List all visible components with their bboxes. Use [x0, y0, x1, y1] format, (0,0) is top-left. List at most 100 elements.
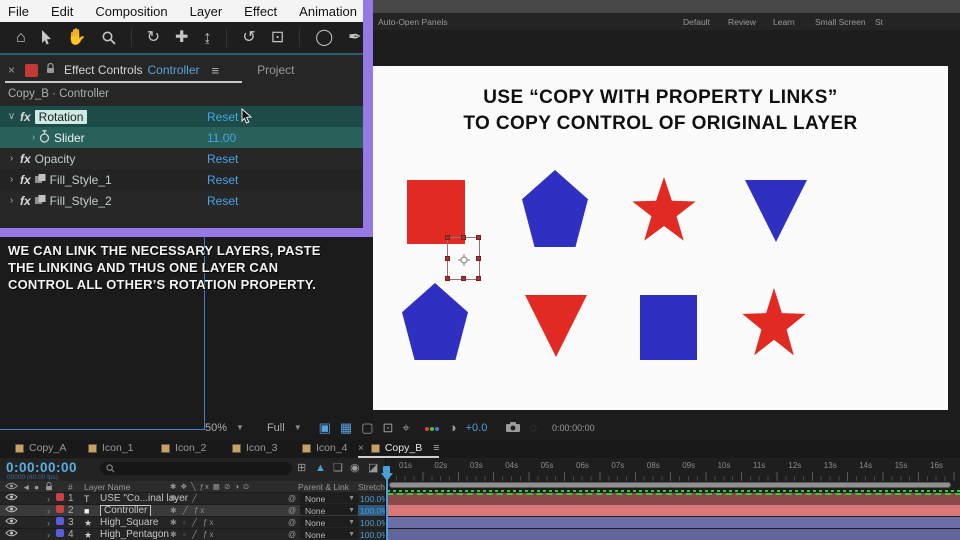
blue-square-shape[interactable] [640, 295, 697, 360]
selection-handle[interactable] [445, 255, 450, 261]
property-value[interactable]: Reset [207, 173, 238, 187]
effect-row-opacity[interactable]: › fx Opacity Reset [0, 148, 363, 169]
layer-selection-box[interactable] [445, 235, 481, 281]
workspace-small-screen[interactable]: Small Screen [815, 17, 866, 27]
tab-project[interactable]: Project [257, 63, 294, 77]
layer-visibility-eye-icon[interactable] [5, 529, 18, 540]
playhead-handle[interactable] [383, 466, 390, 473]
snapshot-camera-icon[interactable] [506, 421, 521, 434]
layer-track-bar[interactable] [387, 505, 960, 516]
comp-tab-copy_b[interactable]: × Copy_B ≡ [358, 442, 440, 458]
workspace-st[interactable]: St [875, 17, 883, 27]
dolly-camera-icon[interactable]: ↨ [203, 29, 211, 46]
resolution-dropdown-icon[interactable]: ▼ [294, 423, 302, 432]
comp-tab-icon_1[interactable]: Icon_1 [88, 442, 134, 454]
selection-view-icon[interactable]: ▣ [319, 421, 331, 434]
layer-track-bar[interactable] [387, 529, 960, 540]
property-value[interactable]: Reset [207, 194, 238, 208]
property-value[interactable]: Reset [207, 152, 238, 166]
tab-menu-icon[interactable]: ≡ [433, 442, 439, 454]
comp-title-line2[interactable]: TO COPY CONTROL OF ORIGINAL LAYER [373, 113, 948, 135]
expander-icon[interactable]: › [6, 195, 17, 206]
region-of-interest-icon[interactable]: ⊡ [271, 29, 284, 46]
selection-handle[interactable] [460, 235, 466, 240]
pickwhip-icon[interactable]: @ [288, 529, 296, 540]
blue-triangle-shape[interactable] [745, 180, 807, 242]
region-of-interest-icon[interactable]: ⊡ [383, 421, 394, 434]
anchor-point-icon[interactable] [457, 253, 470, 271]
tab-effect-controls[interactable]: Effect Controls [64, 63, 142, 77]
selection-tool-icon[interactable] [41, 30, 52, 45]
red-triangle-shape[interactable] [525, 295, 587, 357]
channel-icon[interactable] [424, 422, 440, 434]
guides-icon[interactable]: ⌖ [402, 421, 409, 434]
magnification-value[interactable]: 50% [205, 422, 227, 434]
home-icon[interactable]: ⌂ [16, 29, 26, 46]
resolution-value[interactable]: Full [267, 422, 285, 434]
comp-title-line1[interactable]: USE “COPY WITH PROPERTY LINKS” [373, 87, 948, 109]
parent-dropdown[interactable]: None ▼ [300, 517, 358, 528]
expander-icon[interactable]: › [6, 174, 17, 185]
menu-item-effect[interactable]: Effect [244, 4, 277, 19]
comp-mini-flowchart-icon[interactable]: ⊞ [297, 463, 306, 474]
effect-row-fill_style_2[interactable]: › fx Fill_Style_2 Reset [0, 190, 363, 211]
layer-row-use-co-inal-layer[interactable]: › 1 T USE "Co...inal layer ✱ ◦ ╱ @ None ▼ 100.0% [0, 492, 389, 504]
hand-tool-icon[interactable]: ✋ [67, 29, 87, 46]
pan-camera-icon[interactable]: ✚ [175, 29, 188, 46]
selection-handle[interactable] [476, 235, 481, 240]
menu-item-edit[interactable]: Edit [51, 4, 73, 19]
motion-blur-icon[interactable]: ◉ [350, 463, 360, 474]
red-star-shape[interactable] [631, 177, 697, 247]
effect-row-slider[interactable]: › Slider 11.00 [0, 127, 363, 148]
menu-item-file[interactable]: File [8, 4, 29, 19]
expander-icon[interactable]: ∨ [6, 111, 17, 122]
expander-icon[interactable]: › [28, 132, 39, 143]
playhead-line[interactable] [381, 466, 393, 540]
mask-visibility-icon[interactable]: ▢ [361, 421, 373, 434]
work-area-bar[interactable] [389, 482, 951, 488]
draft-3d-icon[interactable]: ▲ [315, 463, 326, 474]
comp-tab-icon_2[interactable]: Icon_2 [161, 442, 207, 454]
parent-dropdown[interactable]: None ▼ [300, 493, 358, 504]
blue-pentagon-shape[interactable] [402, 283, 468, 360]
layer-label-swatch[interactable] [56, 517, 64, 525]
layer-switches-icons[interactable]: ✱ ◦ ╱ ƒx [170, 529, 215, 540]
panel-close-icon[interactable]: × [8, 63, 15, 77]
workspace-review[interactable]: Review [728, 17, 756, 27]
selection-handle[interactable] [460, 276, 466, 281]
menu-item-layer[interactable]: Layer [190, 4, 223, 19]
pen-tool-icon[interactable]: ✒ [348, 29, 361, 46]
expander-icon[interactable]: › [6, 153, 17, 164]
blue-pentagon-shape[interactable] [522, 170, 588, 247]
layer-label-swatch[interactable] [56, 529, 64, 537]
menu-item-animation[interactable]: Animation [299, 4, 357, 19]
stopwatch-icon[interactable] [39, 129, 54, 146]
property-value[interactable]: 11.00 [207, 131, 236, 145]
mask-ellipse-icon[interactable]: ◯ [315, 29, 333, 46]
playhead-icon[interactable] [381, 473, 393, 487]
red-square-shape[interactable] [407, 180, 465, 244]
selection-handle[interactable] [445, 276, 450, 281]
workspace-default[interactable]: Default [683, 17, 710, 27]
tab-close-icon[interactable]: × [358, 443, 364, 454]
layer-row-controller[interactable]: › 2 ■ Controller ✱ ╱ ƒx @ None ▼ 100.0% [0, 504, 391, 517]
layer-label-swatch[interactable] [56, 493, 64, 501]
comp-tab-icon_4[interactable]: Icon_4 [302, 442, 348, 454]
frame-blend-icon[interactable]: ❏ [333, 463, 343, 474]
orbit-camera-icon[interactable]: ↻ [147, 29, 160, 46]
current-timecode[interactable]: 0:00:00:00 [6, 460, 77, 475]
red-star-shape[interactable] [741, 288, 807, 362]
timeline-search-input[interactable] [100, 462, 292, 475]
menu-item-composition[interactable]: Composition [95, 4, 167, 19]
selection-handle[interactable] [476, 276, 481, 281]
lock-icon[interactable] [46, 62, 55, 77]
layer-label-swatch[interactable] [56, 505, 64, 513]
effect-row-fill_style_1[interactable]: › fx Fill_Style_1 Reset [0, 169, 363, 190]
layer-name[interactable]: High_Pentagon [100, 529, 169, 540]
effect-row-rotation[interactable]: ∨ fx Rotation Reset [0, 106, 363, 127]
magnification-dropdown-icon[interactable]: ▼ [236, 423, 244, 432]
layer-expander-icon[interactable]: › [47, 529, 50, 540]
selection-handle[interactable] [445, 235, 450, 240]
parent-dropdown[interactable]: None ▼ [300, 505, 358, 516]
selection-handle[interactable] [476, 255, 481, 261]
